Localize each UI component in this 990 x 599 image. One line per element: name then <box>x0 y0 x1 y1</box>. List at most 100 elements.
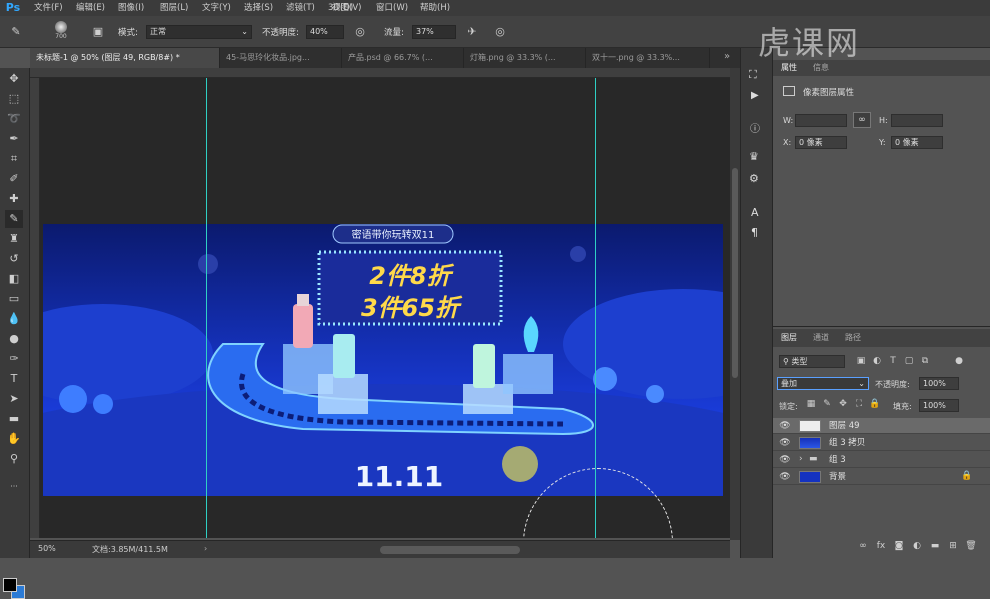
link-icon[interactable]: ∞ <box>853 112 871 128</box>
adjustment-layer-icon[interactable]: ◐ <box>911 540 923 552</box>
layer-name[interactable]: 组 3 <box>829 452 846 468</box>
airbrush-icon[interactable]: ✈ <box>464 24 480 40</box>
paragraph-icon[interactable]: ¶ <box>751 226 758 239</box>
menu-type[interactable]: 文字(Y) <box>202 0 231 16</box>
layer-opacity-field[interactable]: 100% <box>919 377 959 390</box>
lock-all-icon[interactable]: 🔒 <box>869 398 881 410</box>
eye-icon[interactable]: 👁 <box>779 454 791 466</box>
eye-icon[interactable]: 👁 <box>779 471 791 483</box>
canvas-area[interactable]: 密语带你玩转双11 2件8折 3件65折 11.11 <box>40 78 730 538</box>
layer-name[interactable]: 图层 49 <box>829 418 860 434</box>
tab-channels[interactable]: 通道 <box>813 330 829 346</box>
tab-lightbox-png[interactable]: 灯箱.png @ 33.3% (... <box>464 48 586 68</box>
pen-tool-icon[interactable]: ✑ <box>5 350 23 368</box>
type-tool-icon[interactable]: T <box>5 370 23 388</box>
menu-help[interactable]: 帮助(H) <box>420 0 450 16</box>
layer-row[interactable]: 👁 › ▬ 组 3 <box>773 452 990 468</box>
status-arrow-icon[interactable]: › <box>204 544 207 553</box>
tab-layers[interactable]: 图层 <box>781 330 797 346</box>
filter-pixel-icon[interactable]: ▣ <box>855 355 867 367</box>
y-field[interactable]: 0 像素 <box>891 136 943 149</box>
layer-row[interactable]: 👁 背景 🔒 <box>773 469 990 485</box>
lock-position-icon[interactable]: ✥ <box>837 398 849 410</box>
brush-preset-picker[interactable]: 700 <box>52 20 70 44</box>
opacity-field[interactable]: 40% <box>306 25 344 39</box>
eye-icon[interactable]: 👁 <box>779 420 791 432</box>
eye-icon[interactable]: 👁 <box>779 437 791 449</box>
brush-tool-icon[interactable]: ✎ <box>5 210 23 228</box>
eraser-tool-icon[interactable]: ◧ <box>5 270 23 288</box>
marquee-tool-icon[interactable]: ⬚ <box>5 90 23 108</box>
brush-tool-icon[interactable]: ✎ <box>8 24 24 40</box>
history-brush-tool-icon[interactable]: ↺ <box>5 250 23 268</box>
mode-select[interactable]: 正常 ⌄ <box>146 25 252 39</box>
blend-mode-select[interactable]: 叠加 ⌄ <box>777 377 869 390</box>
layer-row[interactable]: 👁 组 3 拷贝 <box>773 435 990 451</box>
vertical-ruler[interactable] <box>30 78 40 538</box>
lock-transparent-icon[interactable]: ▦ <box>805 398 817 410</box>
tab-double11-png[interactable]: 双十一.png @ 33.3%... <box>586 48 710 68</box>
x-field[interactable]: 0 像素 <box>795 136 847 149</box>
foreground-color-swatch[interactable] <box>3 578 17 592</box>
horizontal-scrollbar[interactable] <box>380 546 520 554</box>
crop-tool-icon[interactable]: ⌗ <box>5 150 23 168</box>
delete-layer-icon[interactable]: 🗑 <box>965 540 977 552</box>
hand-tool-icon[interactable]: ✋ <box>5 430 23 448</box>
menu-image[interactable]: 图像(I) <box>118 0 144 16</box>
horizontal-ruler[interactable] <box>30 68 730 78</box>
eyedropper-tool-icon[interactable]: ✐ <box>5 170 23 188</box>
tab-product-psd[interactable]: 产品.psd @ 66.7% (... <box>342 48 464 68</box>
play-icon[interactable]: ▶ <box>751 90 759 101</box>
filter-shape-icon[interactable]: ▢ <box>903 355 915 367</box>
healing-tool-icon[interactable]: ✚ <box>5 190 23 208</box>
stamp-tool-icon[interactable]: ♜ <box>5 230 23 248</box>
lasso-tool-icon[interactable]: ➰ <box>5 110 23 128</box>
new-layer-icon[interactable]: ⊞ <box>947 540 959 552</box>
menu-view[interactable]: 视图(V) <box>332 0 361 16</box>
clone-source-icon[interactable]: ⚙ <box>749 172 759 185</box>
new-group-icon[interactable]: ▬ <box>929 540 941 552</box>
link-layers-icon[interactable]: ∞ <box>857 540 869 552</box>
layer-name[interactable]: 背景 <box>829 469 846 485</box>
height-field[interactable] <box>891 114 943 127</box>
filter-adjustment-icon[interactable]: ◐ <box>871 355 883 367</box>
filter-smart-object-icon[interactable]: ⧉ <box>919 355 931 367</box>
fill-field[interactable]: 100% <box>919 399 959 412</box>
filter-toggle-icon[interactable]: ● <box>953 355 965 367</box>
layer-row[interactable]: 👁 图层 49 <box>773 418 990 434</box>
lock-pixels-icon[interactable]: ✎ <box>821 398 833 410</box>
menu-filter[interactable]: 滤镜(T) <box>286 0 315 16</box>
info-icon[interactable]: ⓘ <box>750 120 760 135</box>
chevron-right-icon[interactable]: › <box>799 454 803 464</box>
layer-name[interactable]: 组 3 拷贝 <box>829 435 865 451</box>
dodge-tool-icon[interactable]: ● <box>5 330 23 348</box>
layer-mask-icon[interactable]: ◙ <box>893 540 905 552</box>
menu-window[interactable]: 窗口(W) <box>376 0 408 16</box>
brush-panel-icon[interactable]: ▣ <box>90 24 106 40</box>
artboard[interactable]: 密语带你玩转双11 2件8折 3件65折 11.11 <box>43 224 723 496</box>
layer-style-icon[interactable]: fx <box>875 540 887 552</box>
pressure-size-icon[interactable]: ◎ <box>492 24 508 40</box>
more-tools-icon[interactable]: ··· <box>5 478 23 496</box>
zoom-level[interactable]: 50% <box>38 544 56 553</box>
vertical-scrollbar[interactable] <box>730 68 740 540</box>
tab-untitled-1[interactable]: 未标题-1 @ 50% (图层 49, RGB/8#) * <box>30 48 220 68</box>
tab-cosmetics-jpg[interactable]: 45-马思玲化妆品.jpg... <box>220 48 342 68</box>
pressure-opacity-icon[interactable]: ◎ <box>352 24 368 40</box>
shape-tool-icon[interactable]: ▬ <box>5 410 23 428</box>
scroll-thumb[interactable] <box>732 168 738 378</box>
brush-settings-icon[interactable]: ♛ <box>749 150 759 163</box>
width-field[interactable] <box>795 114 847 127</box>
tab-paths[interactable]: 路径 <box>845 330 861 346</box>
guide-line[interactable] <box>206 78 207 538</box>
tab-overflow-icon[interactable]: » <box>724 51 730 62</box>
layer-filter-select[interactable]: ⚲ 类型 <box>779 355 845 368</box>
character-icon[interactable]: A <box>751 206 759 219</box>
history-icon[interactable]: ⛶ <box>749 68 757 82</box>
gradient-tool-icon[interactable]: ▭ <box>5 290 23 308</box>
lock-artboard-icon[interactable]: ⛶ <box>853 398 865 410</box>
menu-edit[interactable]: 编辑(E) <box>76 0 105 16</box>
move-tool-icon[interactable]: ✥ <box>5 70 23 88</box>
path-select-tool-icon[interactable]: ➤ <box>5 390 23 408</box>
filter-type-icon[interactable]: T <box>887 355 899 367</box>
